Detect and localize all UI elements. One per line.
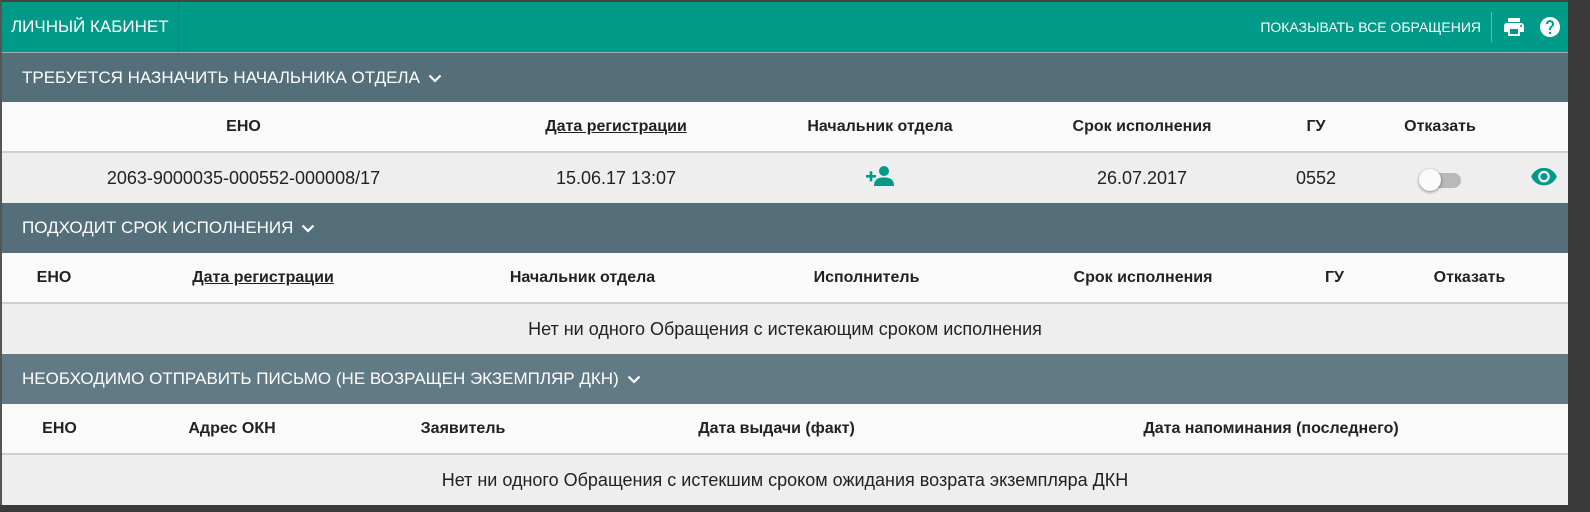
section-title: ТРЕБУЕТСЯ НАЗНАЧИТЬ НАЧАЛЬНИКА ОТДЕЛА [22, 67, 420, 87]
column-header-head: Начальник отдела [747, 102, 1013, 153]
empty-row: Нет ни одного Обращения с истекающим сро… [2, 303, 1568, 354]
send-letter-table: ЕНО Адрес ОКН Заявитель Дата выдачи (фак… [2, 404, 1568, 505]
cell-head [747, 152, 1013, 203]
print-icon[interactable] [1496, 2, 1532, 52]
cell-reg-date: 15.06.17 13:07 [555, 167, 677, 188]
show-all-requests-button[interactable]: ПОКАЗЫВАТЬ ВСЕ ОБРАЩЕНИЯ [1260, 19, 1487, 35]
column-header-applicant: Заявитель [347, 404, 579, 455]
table-header-row: ЕНО Адрес ОКН Заявитель Дата выдачи (фак… [2, 404, 1568, 455]
column-header-reg-date[interactable]: Дата регистрации [106, 253, 420, 304]
cell-gu: 0552 [1295, 167, 1337, 188]
app-title[interactable]: ЛИЧНЫЙ КАБИНЕТ [2, 2, 179, 52]
column-header-eno[interactable]: ЕНО [2, 102, 485, 153]
section-title: НЕОБХОДИМО ОТПРАВИТЬ ПИСЬМО (НЕ ВОЗРАЩЕН… [22, 369, 619, 388]
help-icon[interactable] [1532, 2, 1568, 52]
cell-refuse [1361, 152, 1519, 203]
column-header-eno[interactable]: ЕНО [2, 253, 106, 304]
column-header-head: Начальник отдела [420, 253, 745, 304]
empty-row: Нет ни одного Обращения с истекшим сроко… [2, 454, 1568, 505]
table-row[interactable]: 2063-9000035-000552-000008/17 15.06.17 1… [2, 152, 1568, 203]
app-frame: ЛИЧНЫЙ КАБИНЕТ ПОКАЗЫВАТЬ ВСЕ ОБРАЩЕНИЯ … [0, 0, 1568, 505]
deadline-approaching-table: ЕНО Дата регистрации Начальник отдела Ис… [2, 253, 1568, 354]
column-header-deadline: Срок исполнения [988, 253, 1298, 304]
column-header-label[interactable]: Дата регистрации [545, 118, 687, 135]
person-add-icon[interactable] [865, 164, 895, 193]
eye-icon[interactable] [1530, 166, 1558, 191]
section-assign-head-header[interactable]: ТРЕБУЕТСЯ НАЗНАЧИТЬ НАЧАЛЬНИКА ОТДЕЛА [2, 52, 1568, 102]
section-deadline-approaching-header[interactable]: ПОДХОДИТ СРОК ИСПОЛНЕНИЯ [2, 203, 1568, 253]
chevron-down-icon[interactable] [427, 70, 443, 86]
chevron-down-icon[interactable] [626, 371, 642, 387]
refuse-toggle[interactable] [1419, 168, 1461, 191]
section-title: ПОДХОДИТ СРОК ИСПОЛНЕНИЯ [22, 218, 294, 237]
table-header-row: ЕНО Дата регистрации Начальник отдела Ис… [2, 253, 1568, 304]
top-bar-actions: ПОКАЗЫВАТЬ ВСЕ ОБРАЩЕНИЯ [1260, 2, 1568, 52]
top-app-bar: ЛИЧНЫЙ КАБИНЕТ ПОКАЗЫВАТЬ ВСЕ ОБРАЩЕНИЯ [2, 2, 1568, 52]
cell-eno: 2063-9000035-000552-000008/17 [106, 167, 381, 188]
column-header-eno: ЕНО [2, 404, 117, 455]
empty-message: Нет ни одного Обращения с истекшим сроко… [441, 469, 1129, 490]
cell-actions [1519, 152, 1568, 203]
column-header-deadline: Срок исполнения [1013, 102, 1271, 153]
empty-message: Нет ни одного Обращения с истекающим сро… [528, 318, 1042, 339]
section-send-letter-header[interactable]: НЕОБХОДИМО ОТПРАВИТЬ ПИСЬМО (НЕ ВОЗРАЩЕН… [2, 354, 1568, 404]
column-header-address: Адрес ОКН [117, 404, 347, 455]
column-header-actions [1519, 102, 1568, 153]
column-header-gu: ГУ [1298, 253, 1371, 304]
column-header-refuse: Отказать [1371, 253, 1568, 304]
column-header-issue-date: Дата выдачи (факт) [579, 404, 974, 455]
assign-head-table: ЕНО Дата регистрации Начальник отдела Ср… [2, 102, 1568, 203]
column-header-reg-date[interactable]: Дата регистрации [485, 102, 747, 153]
cell-deadline: 26.07.2017 [1096, 167, 1188, 188]
column-header-executor: Исполнитель [745, 253, 988, 304]
toggle-knob [1419, 168, 1441, 191]
column-header-refuse: Отказать [1361, 102, 1519, 153]
chevron-down-icon[interactable] [300, 220, 316, 236]
table-header-row: ЕНО Дата регистрации Начальник отдела Ср… [2, 102, 1568, 153]
column-header-label[interactable]: Дата регистрации [192, 269, 334, 286]
column-header-gu: ГУ [1271, 102, 1361, 153]
column-header-reminder-date: Дата напоминания (последнего) [974, 404, 1568, 455]
divider [1491, 12, 1492, 42]
